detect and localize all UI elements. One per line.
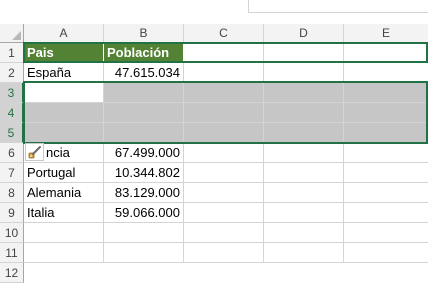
- row-header-1[interactable]: 1: [0, 43, 24, 63]
- row-header-10[interactable]: 10: [0, 223, 24, 243]
- cell-b1[interactable]: Población: [104, 43, 184, 63]
- cell-e2[interactable]: [344, 63, 428, 83]
- cell-d7[interactable]: [264, 163, 344, 183]
- cell-d6[interactable]: [264, 143, 344, 163]
- cell-d3[interactable]: [264, 83, 344, 103]
- cell-e9[interactable]: [344, 203, 428, 223]
- row-header-4[interactable]: 4: [0, 103, 24, 123]
- cell-e6[interactable]: [344, 143, 428, 163]
- cell-c10[interactable]: [184, 223, 264, 243]
- cell-e1[interactable]: [344, 43, 428, 63]
- cell-c4[interactable]: [184, 103, 264, 123]
- cell-a7[interactable]: Portugal: [24, 163, 104, 183]
- cell-c3[interactable]: [184, 83, 264, 103]
- cell-a8[interactable]: Alemania: [24, 183, 104, 203]
- cell-b11[interactable]: [104, 243, 184, 263]
- row-header-3[interactable]: 3: [0, 83, 24, 103]
- row-header-11[interactable]: 11: [0, 243, 24, 263]
- cell-a4[interactable]: [24, 103, 104, 123]
- cell-a2[interactable]: España: [24, 63, 104, 83]
- cell-d10[interactable]: [264, 223, 344, 243]
- row-header-9[interactable]: 9: [0, 203, 24, 223]
- cell-a5[interactable]: [24, 123, 104, 143]
- paste-brush-icon: [28, 146, 41, 159]
- cell-c6[interactable]: [184, 143, 264, 163]
- cell-b4[interactable]: [104, 103, 184, 123]
- cell-c9[interactable]: [184, 203, 264, 223]
- cell-e4[interactable]: [344, 103, 428, 123]
- row-header-7[interactable]: 7: [0, 163, 24, 183]
- cell-d8[interactable]: [264, 183, 344, 203]
- row-header-5[interactable]: 5: [0, 123, 24, 143]
- cell-a10[interactable]: [24, 223, 104, 243]
- cell-c8[interactable]: [184, 183, 264, 203]
- cell-c7[interactable]: [184, 163, 264, 183]
- cell-d9[interactable]: [264, 203, 344, 223]
- cell-b9[interactable]: 59.066.000: [104, 203, 184, 223]
- row-header-2[interactable]: 2: [0, 63, 24, 83]
- column-header-b[interactable]: B: [104, 24, 184, 43]
- cell-e7[interactable]: [344, 163, 428, 183]
- cell-b8[interactable]: 83.129.000: [104, 183, 184, 203]
- cell-a9[interactable]: Italia: [24, 203, 104, 223]
- cell-c1[interactable]: [184, 43, 264, 63]
- cell-d4[interactable]: [264, 103, 344, 123]
- cell-d11[interactable]: [264, 243, 344, 263]
- cell-e3[interactable]: [344, 83, 428, 103]
- cell-d5[interactable]: [264, 123, 344, 143]
- row-header-6[interactable]: 6: [0, 143, 24, 163]
- cell-a11[interactable]: [24, 243, 104, 263]
- cell-a1[interactable]: Pais: [24, 43, 104, 63]
- cell-d1[interactable]: [264, 43, 344, 63]
- row-header-12[interactable]: 12: [0, 263, 24, 283]
- column-header-d[interactable]: D: [264, 24, 344, 43]
- select-all-corner[interactable]: [0, 24, 24, 43]
- paste-options-button[interactable]: [25, 143, 44, 161]
- cell-a3-active[interactable]: [24, 83, 104, 103]
- formula-bar-edge: [248, 0, 428, 13]
- cell-b5[interactable]: [104, 123, 184, 143]
- cell-c5[interactable]: [184, 123, 264, 143]
- row-header-8[interactable]: 8: [0, 183, 24, 203]
- cell-b7[interactable]: 10.344.802: [104, 163, 184, 183]
- corner-triangle-icon: [12, 31, 21, 40]
- column-header-c[interactable]: C: [184, 24, 264, 43]
- cell-b10[interactable]: [104, 223, 184, 243]
- cell-e11[interactable]: [344, 243, 428, 263]
- cell-b2[interactable]: 47.615.034: [104, 63, 184, 83]
- column-header-e[interactable]: E: [344, 24, 428, 43]
- cell-d2[interactable]: [264, 63, 344, 83]
- cell-b3[interactable]: [104, 83, 184, 103]
- cell-c2[interactable]: [184, 63, 264, 83]
- cell-e10[interactable]: [344, 223, 428, 243]
- cell-c11[interactable]: [184, 243, 264, 263]
- cell-e8[interactable]: [344, 183, 428, 203]
- column-header-a[interactable]: A: [24, 24, 104, 43]
- cell-e5[interactable]: [344, 123, 428, 143]
- cell-b6[interactable]: 67.499.000: [104, 143, 184, 163]
